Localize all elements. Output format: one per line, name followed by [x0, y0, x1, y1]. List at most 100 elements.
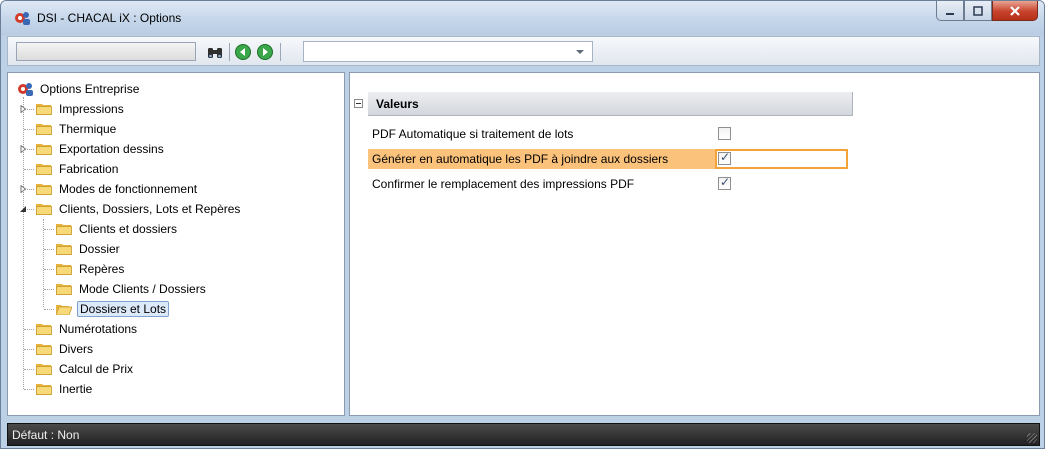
property-label: Générer en automatique les PDF à joindre…	[372, 152, 669, 166]
window-controls	[936, 1, 1038, 21]
property-label: PDF Automatique si traitement de lots	[372, 127, 574, 141]
properties-panel: Valeurs PDF Automatique si traitement de…	[349, 72, 1040, 416]
property-checkbox[interactable]	[718, 150, 731, 165]
property-checkbox[interactable]	[718, 175, 731, 190]
property-checkbox[interactable]	[718, 127, 731, 140]
window-title: DSI - CHACAL iX : Options	[37, 11, 182, 25]
tree-connector	[24, 329, 34, 330]
tree-item[interactable]: Dossiers et Lots	[55, 299, 170, 318]
tree-item-label: Clients et dossiers	[79, 221, 178, 236]
tree-connector	[24, 349, 34, 350]
tree-item[interactable]: Dossier	[56, 239, 122, 258]
folder-icon	[56, 243, 72, 255]
resize-grip-icon[interactable]	[1027, 433, 1037, 443]
tree-item-label: Repères	[79, 261, 125, 276]
property-label: Confirmer le remplacement des impression…	[372, 177, 635, 191]
tree-item[interactable]: Clients et dossiers	[56, 219, 179, 238]
tree-item-label: Impressions	[59, 101, 124, 116]
binoculars-icon[interactable]	[206, 43, 224, 61]
tree-connector	[24, 369, 34, 370]
tree-item-label: Fabrication	[59, 161, 119, 176]
property-row[interactable]: Confirmer le remplacement des impression…	[368, 174, 848, 194]
tree-item-label: Thermique	[59, 121, 117, 136]
folder-icon	[36, 383, 52, 395]
tree-item[interactable]: Fabrication	[36, 159, 120, 178]
toolbar	[7, 36, 1040, 66]
tree-item-label: Inertie	[59, 381, 93, 396]
search-field[interactable]	[16, 42, 196, 61]
tree-root[interactable]: Options Entreprise	[16, 79, 141, 98]
tree-connector	[23, 97, 24, 389]
toolbar-separator	[280, 43, 281, 61]
folder-icon	[36, 323, 52, 335]
tree-item-label: Dossier	[79, 241, 120, 256]
property-row[interactable]: PDF Automatique si traitement de lots	[368, 124, 848, 144]
folder-icon	[36, 163, 52, 175]
options-window: DSI - CHACAL iX : Options Options Entrep…	[0, 0, 1045, 449]
expand-arrow-icon[interactable]	[18, 104, 28, 114]
tree-connector	[24, 389, 34, 390]
tree-connector	[44, 229, 54, 230]
close-icon	[1010, 5, 1020, 16]
tree-connector	[24, 169, 34, 170]
tree-connector	[24, 129, 34, 130]
tree-item[interactable]: Mode Clients / Dossiers	[56, 279, 208, 298]
tree-connector	[44, 249, 54, 250]
minimize-button[interactable]	[936, 1, 964, 21]
folder-icon	[36, 343, 52, 355]
tree-connector	[44, 309, 54, 310]
tree-item[interactable]: Clients, Dossiers, Lots et Repères	[36, 199, 242, 218]
tree-item-label: Divers	[59, 341, 94, 356]
toolbar-separator	[229, 43, 230, 61]
tree-item[interactable]: Thermique	[36, 119, 118, 138]
back-arrow-icon[interactable]	[234, 43, 252, 61]
folder-icon	[56, 263, 72, 275]
minimize-icon	[946, 12, 954, 15]
folder-icon	[56, 223, 72, 235]
tree-connector	[44, 289, 54, 290]
tree-item-label: Calcul de Prix	[59, 361, 134, 376]
maximize-button[interactable]	[964, 1, 992, 21]
folder-icon	[36, 123, 52, 135]
folder-icon	[36, 103, 52, 115]
tree-connector	[43, 219, 44, 307]
tree-item-label: Modes de fonctionnement	[59, 181, 198, 196]
tree-item[interactable]: Calcul de Prix	[36, 359, 135, 378]
navigation-combo[interactable]	[303, 41, 593, 62]
folder-icon	[36, 363, 52, 375]
app-gear-people-icon	[18, 82, 33, 96]
section-title: Valeurs	[376, 97, 419, 111]
tree-item[interactable]: Repères	[56, 259, 126, 278]
tree-item-label: Mode Clients / Dossiers	[79, 281, 206, 296]
collapse-arrow-icon[interactable]	[18, 204, 28, 214]
value-cell[interactable]	[715, 149, 848, 169]
status-bar: Défaut : Non	[7, 423, 1040, 446]
tree-item-label: Dossiers et Lots	[77, 300, 170, 317]
title-bar[interactable]: DSI - CHACAL iX : Options	[1, 1, 1044, 35]
collapse-icon[interactable]	[354, 99, 363, 108]
section-header[interactable]: Valeurs	[354, 92, 853, 116]
section-bar: Valeurs	[368, 92, 853, 116]
close-button[interactable]	[992, 1, 1038, 21]
folder-open-icon	[55, 303, 73, 315]
maximize-icon	[973, 5, 983, 16]
folder-icon	[36, 203, 52, 215]
tree-item[interactable]: Exportation dessins	[36, 139, 166, 158]
tree-item-label: Exportation dessins	[59, 141, 164, 156]
tree-root-label: Options Entreprise	[40, 81, 140, 96]
app-gear-people-icon	[15, 12, 30, 25]
expand-arrow-icon[interactable]	[18, 184, 28, 194]
folder-icon	[36, 183, 52, 195]
tree-item[interactable]: Inertie	[36, 379, 94, 398]
property-row-selected[interactable]: Générer en automatique les PDF à joindre…	[368, 149, 848, 169]
chevron-down-icon[interactable]	[576, 50, 584, 54]
tree-item[interactable]: Numérotations	[36, 319, 139, 338]
tree-item[interactable]: Impressions	[36, 99, 126, 118]
tree-item-label: Clients, Dossiers, Lots et Repères	[59, 201, 241, 216]
forward-arrow-icon[interactable]	[256, 43, 274, 61]
expand-arrow-icon[interactable]	[18, 144, 28, 154]
tree-connector	[44, 269, 54, 270]
tree-item[interactable]: Modes de fonctionnement	[36, 179, 199, 198]
tree-item[interactable]: Divers	[36, 339, 95, 358]
tree-item-label: Numérotations	[59, 321, 138, 336]
